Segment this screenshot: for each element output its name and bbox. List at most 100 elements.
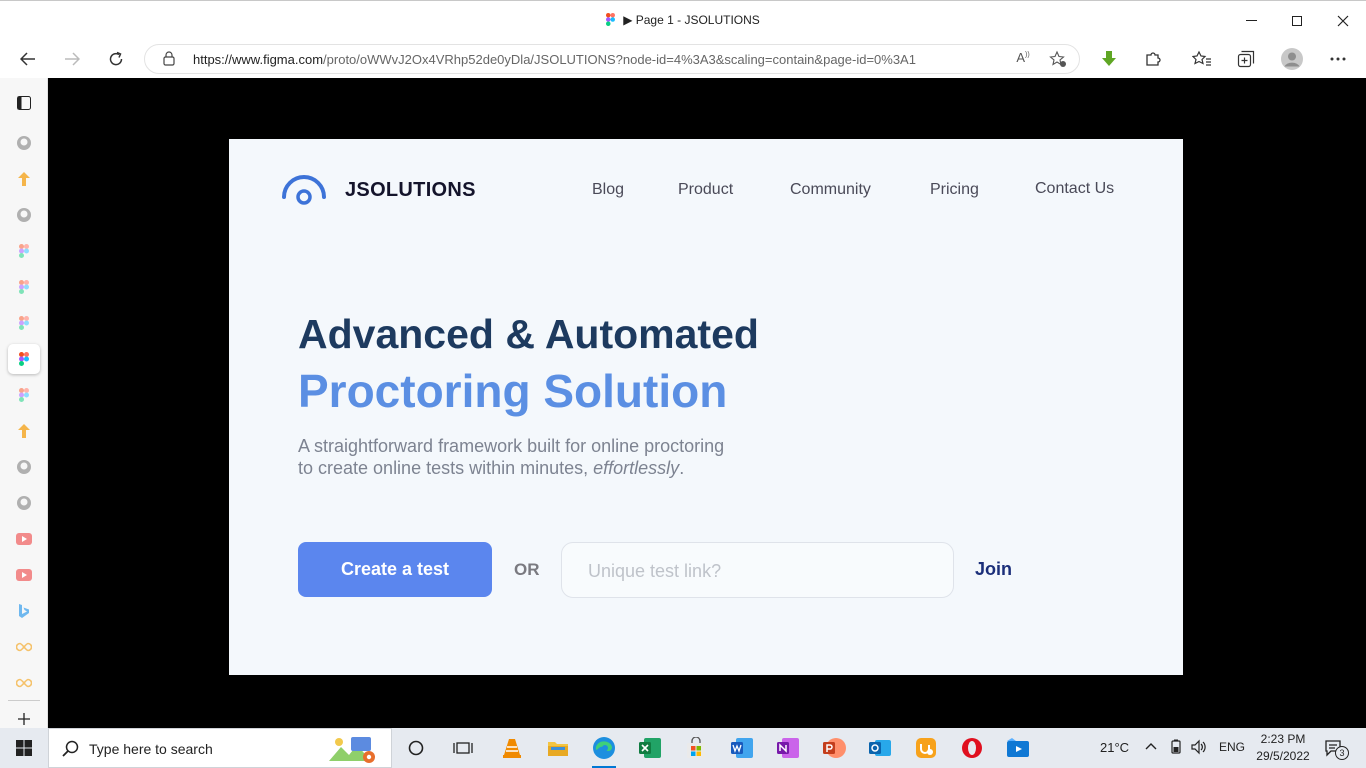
address-bar[interactable]: https://www.figma.com/proto/oWWvJ2Ox4VRh…: [144, 44, 1080, 74]
github-icon: [17, 208, 31, 222]
figma-icon: [19, 388, 29, 402]
start-button[interactable]: [0, 728, 48, 768]
tab-actions-button[interactable]: [8, 88, 40, 118]
taskbar-outlook[interactable]: [860, 732, 900, 764]
more-menu-button[interactable]: [1322, 44, 1354, 74]
taskbar-word[interactable]: [722, 732, 762, 764]
taskbar-opera[interactable]: [952, 732, 992, 764]
forward-button[interactable]: [56, 44, 88, 74]
browser-titlebar: ▶ Page 1 - JSOLUTIONS: [0, 0, 1366, 40]
figma-icon: [19, 352, 29, 366]
video-player-icon: [1007, 738, 1029, 757]
read-aloud-icon[interactable]: A)): [1013, 50, 1033, 70]
sidebar-tab-3[interactable]: [8, 200, 40, 230]
github-icon: [17, 496, 31, 510]
hero-subtitle-line-1: A straightforward framework built for on…: [298, 436, 725, 456]
taskbar-excel[interactable]: [630, 732, 670, 764]
clock-time: 2:23 PM: [1260, 732, 1306, 746]
sidebar-tab-14[interactable]: [8, 596, 40, 626]
hero-subtitle-emphasis: effortlessly: [593, 458, 680, 478]
onenote-icon: [777, 738, 799, 758]
task-view-icon: [453, 742, 473, 754]
sidebar-tab-16[interactable]: [8, 668, 40, 698]
avatar-icon: [1281, 48, 1303, 70]
sidebar-tab-5[interactable]: [8, 272, 40, 302]
battery-icon[interactable]: [1169, 739, 1183, 758]
sidebar-tab-11[interactable]: [8, 488, 40, 518]
profile-button[interactable]: [1276, 44, 1308, 74]
youtube-icon: [16, 569, 32, 581]
test-link-field[interactable]: [561, 542, 954, 598]
search-icon: [62, 740, 79, 762]
back-arrow-icon: [20, 52, 35, 66]
input-language[interactable]: ENG: [1219, 740, 1245, 754]
collections-button[interactable]: [1230, 44, 1262, 74]
close-icon: [1337, 15, 1349, 27]
nav-blog[interactable]: Blog: [592, 181, 624, 199]
sidebar-tab-1[interactable]: [8, 128, 40, 158]
figma-icon: [606, 13, 616, 29]
taskbar-edge[interactable]: [584, 732, 624, 768]
minimize-button[interactable]: [1228, 1, 1274, 41]
powerpoint-icon: [823, 738, 846, 758]
figma-icon: [19, 280, 29, 294]
github-icon: [17, 136, 31, 150]
hero-subtitle-line-2-text: to create online tests within minutes,: [298, 458, 594, 478]
taskbar-powerpoint[interactable]: [814, 732, 854, 764]
refresh-button[interactable]: [100, 44, 132, 74]
sidebar-tab-13[interactable]: [8, 560, 40, 590]
sidebar-divider: [8, 700, 40, 701]
windows-taskbar: Type here to search 21°C ENG 2:23 PM 29/…: [0, 728, 1366, 768]
download-extension-button[interactable]: [1093, 44, 1125, 74]
maximize-button[interactable]: [1274, 1, 1320, 41]
sidebar-tab-6[interactable]: [8, 308, 40, 338]
hero-subtitle-line-2: to create online tests within minutes, e…: [298, 457, 724, 479]
favorites-button[interactable]: [1186, 44, 1218, 74]
sidebar-tab-2[interactable]: [8, 164, 40, 194]
notifications-button[interactable]: 3: [1324, 738, 1349, 761]
infinity-icon: [16, 678, 32, 688]
taskbar-vlc[interactable]: [492, 732, 532, 764]
weather-temperature[interactable]: 21°C: [1100, 740, 1129, 755]
taskbar-onenote[interactable]: [768, 732, 808, 764]
close-button[interactable]: [1320, 1, 1366, 41]
url-path: /proto/oWWvJ2Ox4VRhp52de0yDla/JSOLUTIONS…: [323, 52, 916, 67]
nav-product[interactable]: Product: [678, 181, 733, 199]
add-favorite-icon[interactable]: [1048, 50, 1068, 70]
sidebar-tab-7-active[interactable]: [8, 344, 40, 374]
nav-community[interactable]: Community: [790, 181, 871, 199]
youtube-icon: [16, 533, 32, 545]
create-test-button[interactable]: Create a test: [298, 542, 492, 597]
hero-title-line-2: Proctoring Solution: [298, 365, 728, 417]
taskbar-uc-browser[interactable]: [906, 732, 946, 764]
nav-pricing[interactable]: Pricing: [930, 181, 979, 199]
sidebar-tab-10[interactable]: [8, 452, 40, 482]
sidebar-tab-12[interactable]: [8, 524, 40, 554]
taskbar-file-explorer[interactable]: [538, 732, 578, 764]
sidebar-tab-8[interactable]: [8, 380, 40, 410]
test-link-input[interactable]: [588, 558, 928, 584]
system-clock[interactable]: 2:23 PM 29/5/2022: [1252, 731, 1314, 765]
browser-sidebar: [0, 78, 48, 728]
task-view-button[interactable]: [443, 732, 483, 764]
nav-contact-us[interactable]: Contact Us: [1035, 180, 1114, 198]
forward-arrow-icon: [65, 52, 80, 66]
jsolutions-logo-icon: [281, 173, 327, 212]
excel-icon: [639, 738, 661, 758]
join-button[interactable]: Join: [975, 559, 1012, 580]
sidebar-tab-4[interactable]: [8, 236, 40, 266]
back-button[interactable]: [12, 44, 44, 74]
taskbar-movies[interactable]: [998, 732, 1038, 764]
extensions-button[interactable]: [1137, 44, 1169, 74]
tray-chevron-icon[interactable]: [1145, 739, 1157, 754]
cortana-button[interactable]: [396, 732, 436, 764]
taskbar-store[interactable]: [676, 732, 716, 764]
sidebar-tab-9[interactable]: [8, 416, 40, 446]
volume-icon[interactable]: [1190, 739, 1208, 758]
github-icon: [17, 460, 31, 474]
refresh-icon: [109, 51, 123, 66]
or-separator: OR: [514, 560, 540, 579]
taskbar-search-box[interactable]: Type here to search: [48, 728, 392, 768]
sidebar-tab-15[interactable]: [8, 632, 40, 662]
word-icon: [731, 738, 753, 758]
